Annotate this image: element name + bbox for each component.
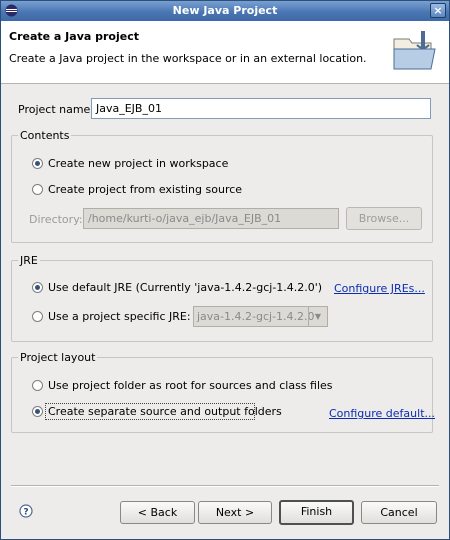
contents-group-title: Contents bbox=[18, 129, 72, 142]
banner-title: Create a Java project bbox=[9, 30, 139, 43]
wizard-banner: Create a Java project Create a Java proj… bbox=[1, 21, 449, 84]
use-specific-jre-label[interactable]: Use a project specific JRE: bbox=[48, 310, 191, 323]
configure-jres-link[interactable]: Configure JREs... bbox=[334, 282, 425, 295]
help-icon[interactable]: ? bbox=[19, 504, 33, 518]
button-bar-separator bbox=[11, 485, 439, 487]
back-button[interactable]: < Back bbox=[120, 501, 195, 524]
create-from-existing-radio[interactable] bbox=[32, 184, 43, 195]
create-new-project-radio[interactable] bbox=[32, 158, 43, 169]
directory-label: Directory: bbox=[29, 213, 83, 226]
banner-description: Create a Java project in the workspace o… bbox=[9, 52, 367, 65]
create-separate-folders-radio[interactable] bbox=[32, 406, 43, 417]
use-default-jre-radio[interactable] bbox=[32, 282, 43, 293]
configure-default-link[interactable]: Configure default... bbox=[329, 407, 435, 420]
project-name-label: Project name: bbox=[18, 103, 95, 116]
jre-select-value: java-1.4.2-gcj-1.4.2.0 bbox=[197, 310, 315, 323]
window-title: New Java Project bbox=[172, 4, 278, 17]
project-name-input[interactable]: Java_EJB_01 bbox=[91, 98, 431, 119]
browse-button[interactable]: Browse... bbox=[346, 207, 422, 230]
close-icon[interactable]: × bbox=[430, 3, 446, 18]
jre-select[interactable]: java-1.4.2-gcj-1.4.2.0 ▼ bbox=[193, 306, 328, 327]
new-java-project-wizard-icon bbox=[393, 31, 436, 70]
use-default-jre-label[interactable]: Use default JRE (Currently 'java-1.4.2-g… bbox=[48, 281, 322, 294]
chevron-down-icon: ▼ bbox=[308, 307, 327, 326]
svg-text:?: ? bbox=[23, 508, 28, 518]
title-bar[interactable]: New Java Project × bbox=[1, 1, 449, 21]
use-project-folder-label[interactable]: Use project folder as root for sources a… bbox=[48, 379, 333, 392]
project-layout-group bbox=[11, 357, 433, 433]
new-java-project-window: New Java Project × Create a Java project… bbox=[0, 0, 450, 540]
next-button[interactable]: Next > bbox=[198, 501, 272, 524]
create-new-project-label[interactable]: Create new project in workspace bbox=[48, 157, 228, 170]
focus-indicator bbox=[45, 403, 255, 420]
use-specific-jre-radio[interactable] bbox=[32, 311, 43, 322]
jre-group-title: JRE bbox=[18, 254, 40, 267]
cancel-button[interactable]: Cancel bbox=[361, 501, 437, 524]
create-from-existing-label[interactable]: Create project from existing source bbox=[48, 183, 242, 196]
jre-group bbox=[11, 260, 433, 342]
use-project-folder-radio[interactable] bbox=[32, 380, 43, 391]
project-layout-group-title: Project layout bbox=[18, 351, 98, 364]
directory-input[interactable]: /home/kurti-o/java_ejb/Java_EJB_01 bbox=[83, 208, 339, 229]
finish-button[interactable]: Finish bbox=[279, 500, 354, 525]
